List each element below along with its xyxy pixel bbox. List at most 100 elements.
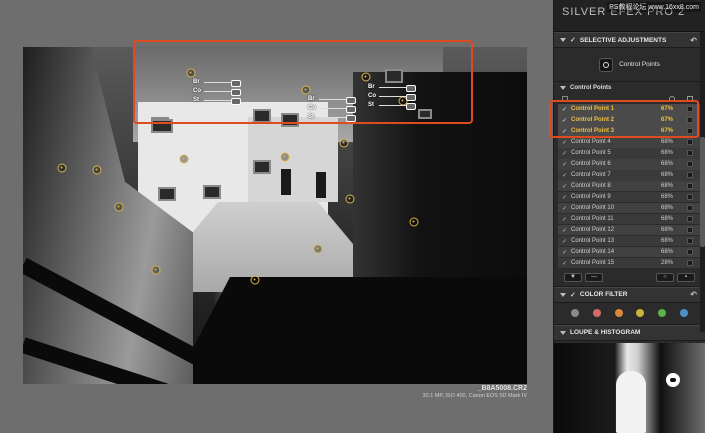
control-point-marker[interactable]: [57, 163, 67, 173]
group-points-button[interactable]: ▼: [564, 272, 582, 282]
delete-point-button[interactable]: ▪: [677, 272, 695, 282]
mask-toggle[interactable]: [687, 260, 693, 267]
mask-toggle[interactable]: [687, 183, 693, 190]
loupe-preview[interactable]: [554, 343, 705, 433]
color-filter-swatch[interactable]: [680, 309, 689, 318]
control-point-name: Control Point 10: [571, 205, 615, 212]
section-header-color-filter[interactable]: ✓ COLOR FILTER ↶: [554, 286, 705, 303]
mask-toggle[interactable]: [687, 205, 693, 212]
control-point-marker[interactable]: [339, 138, 349, 148]
control-point-opacity: 68%: [660, 150, 673, 157]
control-point-row[interactable]: ✓ Control Point 7 68%: [558, 169, 701, 181]
expand-triangle-icon[interactable]: [560, 292, 566, 297]
mask-toggle[interactable]: [687, 172, 693, 179]
control-point-opacity: 68%: [660, 172, 673, 179]
row-check-icon[interactable]: ✓: [562, 260, 571, 267]
row-check-icon[interactable]: ✓: [562, 194, 571, 201]
color-filter-swatch[interactable]: [570, 309, 579, 318]
row-check-icon[interactable]: ✓: [562, 183, 571, 190]
section-header-selective-adjustments[interactable]: ✓ SELECTIVE ADJUSTMENTS ↶: [554, 32, 705, 48]
control-point-marker[interactable]: [345, 194, 355, 204]
app-window: Br Co St Br Co St Br Co St _B8A5008.CR2 …: [0, 0, 705, 433]
color-filter-swatches: [554, 303, 705, 325]
control-point-marker[interactable]: [114, 202, 124, 212]
row-check-icon[interactable]: ✓: [562, 161, 571, 168]
row-check-icon[interactable]: ✓: [562, 172, 571, 179]
control-point-marker[interactable]: [250, 275, 260, 285]
mask-toggle[interactable]: [687, 238, 693, 245]
row-check-icon[interactable]: ✓: [562, 227, 571, 234]
photo-window: [203, 185, 221, 199]
photo-window: [158, 187, 176, 201]
control-point-marker[interactable]: [92, 165, 102, 175]
control-point-marker[interactable]: [179, 154, 189, 164]
color-filter-swatch[interactable]: [592, 309, 601, 318]
control-points-tool: Control Points: [554, 48, 705, 82]
control-point-row[interactable]: ✓ Control Point 15 28%: [558, 257, 701, 269]
control-point-row[interactable]: ✓ Control Point 12 68%: [558, 224, 701, 236]
control-point-row[interactable]: ✓ Control Point 11 68%: [558, 213, 701, 225]
control-point-opacity: 28%: [660, 260, 673, 267]
row-check-icon[interactable]: ✓: [562, 238, 571, 245]
color-filter-swatch[interactable]: [636, 309, 645, 318]
control-points-subheader[interactable]: Control Points: [554, 82, 705, 94]
row-check-icon[interactable]: ✓: [562, 139, 571, 146]
mask-toggle[interactable]: [687, 227, 693, 234]
control-point-row[interactable]: ✓ Control Point 4 68%: [558, 136, 701, 148]
mask-toggle[interactable]: [687, 249, 693, 256]
ungroup-points-button[interactable]: —: [585, 272, 603, 282]
site-watermark: PS教程论坛 www.16xx8.com: [607, 2, 701, 12]
reset-arrow-icon[interactable]: ↶: [690, 36, 697, 45]
mask-toggle[interactable]: [687, 216, 693, 223]
control-point-name: Control Point 12: [571, 227, 615, 234]
mask-toggle[interactable]: [687, 139, 693, 146]
panel-scrollbar[interactable]: [700, 32, 705, 332]
control-point-marker[interactable]: [313, 244, 323, 254]
mask-toggle[interactable]: [687, 150, 693, 157]
control-point-opacity: 68%: [660, 205, 673, 212]
reset-arrow-icon[interactable]: ↶: [690, 290, 697, 299]
color-filter-swatch[interactable]: [658, 309, 667, 318]
duplicate-point-button[interactable]: ○: [656, 272, 674, 282]
photo-door: [281, 169, 291, 195]
control-point-row[interactable]: ✓ Control Point 9 68%: [558, 191, 701, 203]
mask-toggle[interactable]: [687, 161, 693, 168]
loupe-detail: [666, 373, 680, 387]
control-point-row[interactable]: ✓ Control Point 13 68%: [558, 235, 701, 247]
mask-toggle[interactable]: [687, 194, 693, 201]
expand-triangle-icon[interactable]: [560, 38, 566, 42]
control-point-marker[interactable]: [409, 217, 419, 227]
control-point-row[interactable]: ✓ Control Point 5 68%: [558, 147, 701, 159]
right-panel: SILVER EFEX PRO 2 PS教程论坛 www.16xx8.com ✓…: [553, 0, 705, 433]
control-point-name: Control Point 8: [571, 183, 611, 190]
row-check-icon[interactable]: ✓: [562, 205, 571, 212]
photo-window: [253, 160, 271, 174]
image-metadata: _B8A5008.CR2 30.1 MP, ISO 400, Canon EOS…: [423, 385, 527, 399]
control-point-name: Control Point 5: [571, 150, 611, 157]
section-header-loupe-histogram[interactable]: LOUPE & HISTOGRAM: [554, 324, 705, 341]
row-check-icon[interactable]: ✓: [562, 150, 571, 157]
row-check-icon[interactable]: ✓: [562, 249, 571, 256]
panel-brand-bar: SILVER EFEX PRO 2 PS教程论坛 www.16xx8.com: [554, 0, 705, 32]
control-point-name: Control Point 9: [571, 194, 611, 201]
image-exif-info: 30.1 MP, ISO 400, Canon EOS 5D Mark IV: [422, 393, 527, 399]
control-point-marker[interactable]: [151, 265, 161, 275]
row-check-icon[interactable]: ✓: [562, 216, 571, 223]
section-title: SELECTIVE ADJUSTMENTS: [579, 36, 667, 44]
expand-triangle-icon[interactable]: [560, 86, 566, 90]
enable-check-icon[interactable]: ✓: [570, 291, 576, 299]
control-point-name: Control Point 14: [571, 249, 615, 256]
section-title: COLOR FILTER: [579, 291, 628, 299]
panel-scroll-thumb[interactable]: [700, 137, 705, 247]
control-point-row[interactable]: ✓ Control Point 14 68%: [558, 246, 701, 258]
expand-triangle-icon[interactable]: [560, 330, 566, 335]
highlight-box-photo: [133, 40, 473, 124]
color-filter-swatch[interactable]: [614, 309, 623, 318]
control-point-row[interactable]: ✓ Control Point 10 68%: [558, 202, 701, 214]
control-point-row[interactable]: ✓ Control Point 6 68%: [558, 158, 701, 170]
add-control-point-button[interactable]: [599, 57, 614, 72]
enable-check-icon[interactable]: ✓: [570, 36, 576, 44]
control-point-row[interactable]: ✓ Control Point 8 68%: [558, 180, 701, 192]
control-point-opacity: 68%: [660, 216, 673, 223]
control-point-marker[interactable]: [280, 152, 290, 162]
